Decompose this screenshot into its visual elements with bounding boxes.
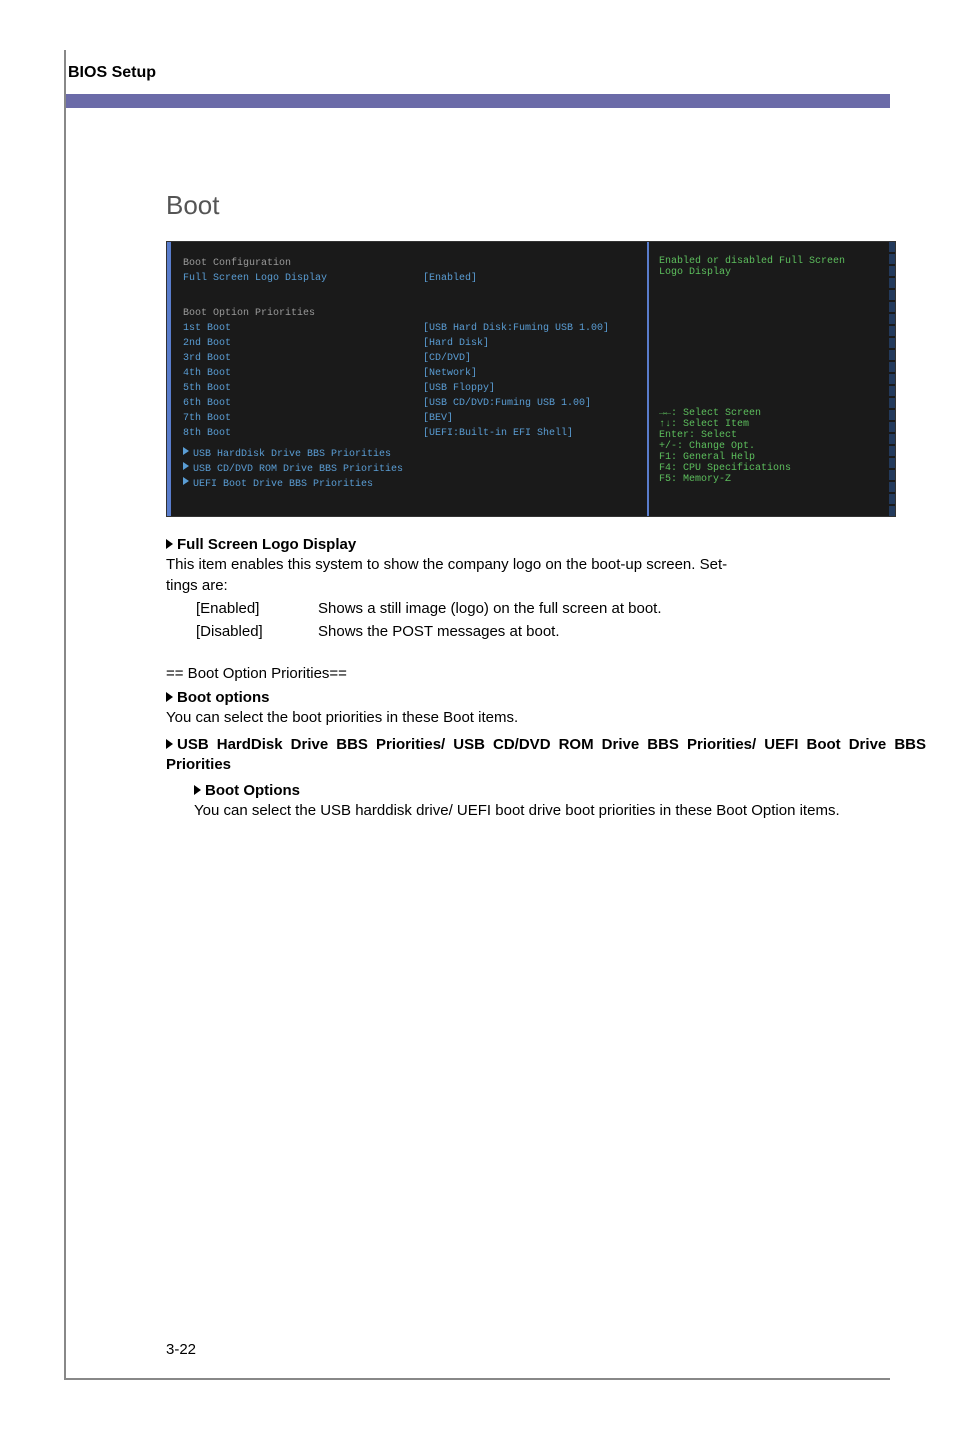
options-table: [Enabled]Shows a still image (logo) on t… xyxy=(194,596,664,644)
bios-help-line: Logo Display xyxy=(659,267,885,278)
bios-boot-item[interactable]: 2nd Boot xyxy=(183,336,423,351)
bios-logo-label[interactable]: Full Screen Logo Display xyxy=(183,271,423,286)
triangle-icon xyxy=(166,539,173,549)
bios-key-hint: F1: General Help xyxy=(659,452,885,463)
bios-boot-item[interactable]: 5th Boot xyxy=(183,381,423,396)
bios-boot-item[interactable]: 8th Boot xyxy=(183,426,423,441)
bios-key-hint: ↑↓: Select Item xyxy=(659,419,885,430)
bios-boot-item[interactable]: 1st Boot xyxy=(183,321,423,336)
bios-submenu[interactable]: USB CD/DVD ROM Drive BBS Priorities xyxy=(193,462,403,477)
arrow-icon xyxy=(183,447,189,455)
bios-priorities-header: Boot Option Priorities xyxy=(183,306,315,321)
scrollbar[interactable] xyxy=(889,242,895,516)
section-marker: == Boot Option Priorities== xyxy=(166,664,926,684)
bios-key-hint: F5: Memory-Z xyxy=(659,474,885,485)
triangle-icon xyxy=(166,739,173,749)
bios-config-header: Boot Configuration xyxy=(183,256,423,271)
subheading: Boot Options xyxy=(205,782,300,799)
bios-boot-value[interactable]: [Network] xyxy=(423,366,477,381)
subheading: Boot options xyxy=(177,689,269,706)
opt-desc: Shows a still image (logo) on the full s… xyxy=(318,598,662,619)
page-number: 3-22 xyxy=(166,1341,196,1358)
bios-boot-value[interactable]: [UEFI:Built-in EFI Shell] xyxy=(423,426,573,441)
opt-label: [Disabled] xyxy=(196,621,316,642)
opt-label: [Enabled] xyxy=(196,598,316,619)
bios-submenu[interactable]: USB HardDisk Drive BBS Priorities xyxy=(193,447,391,462)
paragraph: tings are: xyxy=(166,576,926,596)
bios-key-hint: Enter: Select xyxy=(659,430,885,441)
bios-screenshot: Boot Configuration Full Screen Logo Disp… xyxy=(166,241,896,517)
bios-boot-item[interactable]: 4th Boot xyxy=(183,366,423,381)
paragraph: You can select the boot priorities in th… xyxy=(166,708,926,728)
page-frame: Boot Boot Configuration Full Screen Logo… xyxy=(64,50,890,1380)
bios-key-hint: +/-: Change Opt. xyxy=(659,441,885,452)
section-title: Boot xyxy=(166,190,926,221)
bios-boot-item[interactable]: 3rd Boot xyxy=(183,351,423,366)
bios-key-hint: →←: Select Screen xyxy=(659,408,885,419)
subheading: USB HardDisk Drive BBS Priorities/ USB C… xyxy=(166,736,926,773)
paragraph: You can select the USB harddisk drive/ U… xyxy=(194,801,926,821)
subheading: Full Screen Logo Display xyxy=(177,536,356,553)
bios-submenu[interactable]: UEFI Boot Drive BBS Priorities xyxy=(193,477,373,492)
bios-boot-value[interactable]: [CD/DVD] xyxy=(423,351,471,366)
paragraph: This item enables this system to show th… xyxy=(166,555,926,575)
bios-boot-item[interactable]: 6th Boot xyxy=(183,396,423,411)
bios-logo-value[interactable]: [Enabled] xyxy=(423,271,477,286)
arrow-icon xyxy=(183,462,189,470)
opt-desc: Shows the POST messages at boot. xyxy=(318,621,662,642)
bios-boot-value[interactable]: [USB Hard Disk:Fuming USB 1.00] xyxy=(423,321,609,336)
bios-boot-value[interactable]: [BEV] xyxy=(423,411,453,426)
arrow-icon xyxy=(183,477,189,485)
triangle-icon xyxy=(166,692,173,702)
bios-boot-value[interactable]: [USB Floppy] xyxy=(423,381,495,396)
bios-boot-value[interactable]: [USB CD/DVD:Fuming USB 1.00] xyxy=(423,396,591,411)
triangle-icon xyxy=(194,785,201,795)
bios-help-line: Enabled or disabled Full Screen xyxy=(659,256,885,267)
bios-boot-value[interactable]: [Hard Disk] xyxy=(423,336,489,351)
bios-boot-item[interactable]: 7th Boot xyxy=(183,411,423,426)
bios-key-hint: F4: CPU Specifications xyxy=(659,463,885,474)
